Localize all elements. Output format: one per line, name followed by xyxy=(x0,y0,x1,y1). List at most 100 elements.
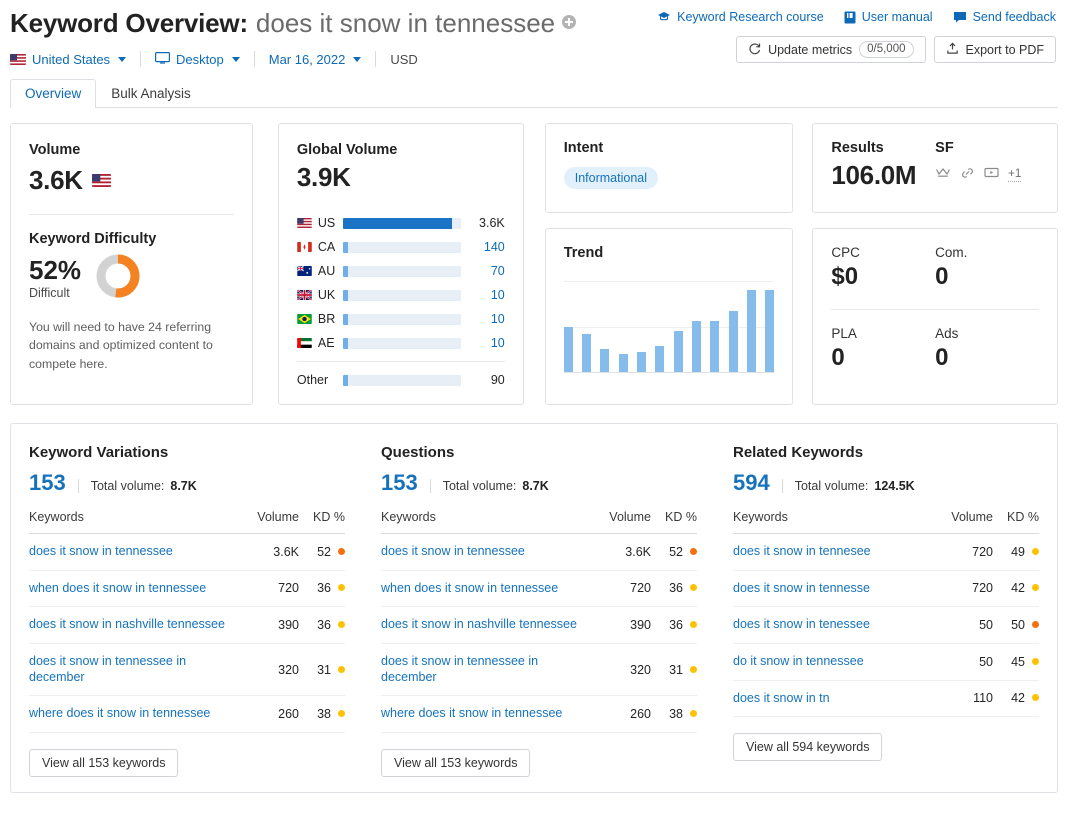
volume-bar xyxy=(342,289,461,301)
kd-status-dot xyxy=(1032,584,1039,592)
keyword-link[interactable]: does it snow in tennessee in december xyxy=(381,643,595,697)
date-filter-label: Mar 16, 2022 xyxy=(268,51,346,67)
kd-status-dot xyxy=(338,621,345,629)
table-row[interactable]: does it snow in tennessee 3.6K 52 xyxy=(29,533,345,571)
export-to-pdf-button[interactable]: Export to PDF xyxy=(933,36,1056,63)
table-row[interactable]: does it snow in tennessee 3.6K 52 xyxy=(381,533,697,571)
keyword-link[interactable]: do it snow in tennessee xyxy=(733,643,937,681)
total-volume-value: 124.5K xyxy=(874,479,915,493)
user-manual-link[interactable]: User manual xyxy=(844,10,933,24)
total-volume-label: Total volume: xyxy=(442,479,517,493)
other-label: Other xyxy=(296,373,329,387)
view-all-button[interactable]: View all 153 keywords xyxy=(29,748,179,777)
keyword-link[interactable]: does it snow in tennessee in december xyxy=(29,643,243,697)
keyword-link[interactable]: does it snow in nashville tennessee xyxy=(381,606,595,644)
table-row[interactable]: does it snow in tennesee 720 49 xyxy=(733,533,1039,571)
view-all-button[interactable]: View all 594 keywords xyxy=(733,733,883,762)
keyword-kd: 38 xyxy=(299,695,345,733)
global-volume-row[interactable]: AE 10 xyxy=(297,331,505,355)
global-volume-row[interactable]: BR 10 xyxy=(297,307,505,331)
other-volume: 90 xyxy=(490,373,505,387)
volume-bar xyxy=(342,241,461,253)
link-icon[interactable] xyxy=(960,166,975,184)
crown-icon[interactable] xyxy=(935,166,951,184)
country-filter[interactable]: United States xyxy=(10,52,140,67)
col-header-volume: Volume xyxy=(937,510,993,534)
table-row[interactable]: when does it snow in tennessee 720 36 xyxy=(29,570,345,608)
trend-bar xyxy=(765,290,775,372)
keyword-link[interactable]: does it snow in tn xyxy=(733,680,937,718)
trend-bar xyxy=(563,326,573,372)
keyword-link[interactable]: where does it snow in tennessee xyxy=(381,695,595,733)
table-row[interactable]: where does it snow in tennessee 260 38 xyxy=(29,695,345,733)
keyword-link[interactable]: does it snow in tennessee xyxy=(381,533,595,571)
keyword-link[interactable]: when does it snow in tennessee xyxy=(381,570,595,608)
refresh-icon xyxy=(748,42,761,58)
table-row[interactable]: where does it snow in tennessee 260 38 xyxy=(381,695,697,733)
table-row[interactable]: does it snow in nashville tennessee 390 36 xyxy=(381,606,697,644)
keyword-research-course-link[interactable]: Keyword Research course xyxy=(657,10,824,24)
tab-bar: Overview Bulk Analysis xyxy=(10,77,1058,108)
table-row[interactable]: does it snow in tennessee in december 320… xyxy=(29,643,345,697)
export-icon xyxy=(946,42,959,58)
video-icon[interactable] xyxy=(984,166,999,184)
ca-flag-icon xyxy=(297,242,312,252)
table-row[interactable]: does it snow in tennesse 720 42 xyxy=(733,570,1039,608)
table-row[interactable]: does it snow in tn 110 42 xyxy=(733,680,1039,718)
divider xyxy=(296,361,505,362)
view-all-button[interactable]: View all 153 keywords xyxy=(381,748,531,777)
speech-bubble-icon xyxy=(953,11,967,23)
plus-circle-icon[interactable] xyxy=(562,15,577,29)
send-feedback-link[interactable]: Send feedback xyxy=(953,10,1056,24)
keyword-link[interactable]: does it snow in tenessee xyxy=(733,606,937,644)
tab-bulk-analysis[interactable]: Bulk Analysis xyxy=(96,79,206,108)
date-filter[interactable]: Mar 16, 2022 xyxy=(255,52,376,67)
trend-bar xyxy=(582,334,592,372)
currency-filter: USD xyxy=(376,52,431,67)
intent-label: Intent xyxy=(563,140,604,156)
global-volume-row[interactable]: AU 70 xyxy=(296,259,505,283)
keyword-volume: 720 xyxy=(595,570,651,608)
tab-overview[interactable]: Overview xyxy=(10,79,97,108)
keyword-link[interactable]: does it snow in tennesee xyxy=(733,533,937,571)
global-volume-row[interactable]: UK 10 xyxy=(296,283,505,307)
keyword-kd: 36 xyxy=(299,570,345,608)
header-links: Keyword Research course User manual Send… xyxy=(657,10,1056,24)
keyword-link[interactable]: does it snow in tennesse xyxy=(733,570,937,608)
keyword-link[interactable]: when does it snow in tennessee xyxy=(29,570,243,608)
device-filter[interactable]: Desktop xyxy=(141,52,254,67)
sf-more-badge[interactable]: +1 xyxy=(1008,168,1022,182)
user-manual-label: User manual xyxy=(861,10,933,24)
keyword-volume: 320 xyxy=(243,643,299,697)
table-row[interactable]: when does it snow in tennessee 720 36 xyxy=(381,570,697,608)
intent-badge[interactable]: Informational xyxy=(563,167,658,189)
country-code: AU xyxy=(317,264,336,278)
country-code: BR xyxy=(317,312,336,326)
trend-bar xyxy=(637,351,647,372)
keyword-link[interactable]: does it snow in tennessee xyxy=(29,533,243,571)
results-label: Results xyxy=(831,140,884,156)
keyword-link[interactable]: where does it snow in tennessee xyxy=(29,695,243,733)
table-row[interactable]: does it snow in tennessee in december 320… xyxy=(381,643,697,697)
global-volume-row[interactable]: CA 140 xyxy=(297,235,505,259)
column-title: Keyword Variations xyxy=(29,444,169,461)
keyword-overview-page: Keyword Overview: does it snow in tennes… xyxy=(0,0,1068,821)
trend-bars xyxy=(563,281,775,372)
trend-bar xyxy=(673,331,683,372)
pla-value: 0 xyxy=(831,344,845,371)
table-row[interactable]: does it snow in tenessee 50 50 xyxy=(733,606,1039,644)
volume-bar xyxy=(342,374,461,386)
desktop-icon xyxy=(155,51,171,67)
column-title: Questions xyxy=(381,444,455,461)
volume-card: Volume 3.6K Keyword Difficulty 52% Diffi… xyxy=(10,123,253,405)
keyword-kd: 31 xyxy=(299,643,345,697)
keyword-link[interactable]: does it snow in nashville tennessee xyxy=(29,606,243,644)
update-metrics-button[interactable]: Update metrics 0/5,000 xyxy=(736,36,926,63)
uk-flag-icon xyxy=(296,290,312,300)
table-row[interactable]: do it snow in tennessee 50 45 xyxy=(733,643,1039,681)
volume-bar xyxy=(342,265,461,277)
global-volume-row[interactable]: US 3.6K xyxy=(297,211,505,235)
table-row[interactable]: does it snow in nashville tennessee 390 36 xyxy=(29,606,345,644)
sf-icons: +1 xyxy=(935,166,1039,184)
trend-bar xyxy=(747,290,757,372)
